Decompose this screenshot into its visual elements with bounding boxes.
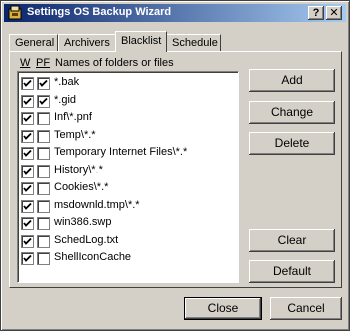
blacklist-listbox[interactable]: *.bak *.gid Inf\*.pnf Temp\*.* Temporary Int… <box>17 71 239 283</box>
list-item-label: History\*.* <box>54 163 103 176</box>
tab-blacklist[interactable]: Blacklist <box>115 31 167 52</box>
w-checkbox[interactable] <box>21 164 34 178</box>
list-item[interactable]: Inf\*.pnf <box>21 110 235 126</box>
cancel-button[interactable]: Cancel <box>270 297 342 320</box>
pf-checkbox[interactable] <box>37 77 50 90</box>
list-item-label: Cookies\*.* <box>54 181 109 193</box>
title-bar[interactable]: Settings OS Backup Wizard ? ✕ <box>4 4 346 22</box>
list-item-label: *.bak <box>54 76 80 88</box>
pf-checkbox[interactable] <box>37 252 50 265</box>
list-item[interactable]: *.bak <box>21 75 235 91</box>
close-window-button[interactable]: ✕ <box>326 6 342 20</box>
pf-checkbox[interactable] <box>37 199 50 213</box>
list-item[interactable]: msdownld.tmp\*.* <box>21 198 235 214</box>
w-checkbox[interactable] <box>21 199 34 213</box>
help-button[interactable]: ? <box>308 6 324 20</box>
w-checkbox[interactable] <box>21 147 34 160</box>
clear-button[interactable]: Clear <box>249 229 335 252</box>
list-item[interactable]: Temporary Internet Files\*.* <box>21 145 235 161</box>
list-item-label: Inf\*.pnf <box>54 111 92 123</box>
column-header-w: W <box>20 57 31 69</box>
w-checkbox[interactable] <box>21 129 34 143</box>
w-checkbox[interactable] <box>21 217 34 230</box>
pf-checkbox[interactable] <box>37 129 50 143</box>
w-checkbox[interactable] <box>21 94 34 108</box>
pf-checkbox[interactable] <box>37 112 50 125</box>
w-checkbox[interactable] <box>21 182 34 195</box>
list-item[interactable]: History\*.* <box>21 163 235 179</box>
tab-schedule[interactable]: Schedule <box>166 34 221 51</box>
close-button[interactable]: Close <box>184 297 262 320</box>
pf-checkbox[interactable] <box>37 94 50 108</box>
list-item-label: win386.swp <box>54 216 112 228</box>
list-item-label: SchedLog.txt <box>54 233 119 246</box>
w-checkbox[interactable] <box>21 234 34 248</box>
tab-general[interactable]: General <box>9 34 58 51</box>
list-item[interactable]: ShellIconCache <box>21 250 235 266</box>
default-button[interactable]: Default <box>249 260 335 283</box>
pf-checkbox[interactable] <box>37 234 50 248</box>
w-checkbox[interactable] <box>21 252 34 265</box>
window-title: Settings OS Backup Wizard <box>27 6 172 18</box>
list-item[interactable]: Temp\*.* <box>21 128 235 144</box>
column-header-names: Names of folders or files <box>55 57 174 69</box>
settings-window: Settings OS Backup Wizard ? ✕ General Ar… <box>0 0 350 331</box>
add-button[interactable]: Add <box>249 69 335 92</box>
pf-checkbox[interactable] <box>37 147 50 160</box>
list-item[interactable]: Cookies\*.* <box>21 180 235 196</box>
column-header-pf: PF <box>36 57 51 69</box>
w-checkbox[interactable] <box>21 77 34 90</box>
w-checkbox[interactable] <box>21 112 34 125</box>
change-button[interactable]: Change <box>249 101 335 124</box>
list-item[interactable]: *.gid <box>21 93 235 109</box>
delete-button[interactable]: Delete <box>249 132 335 155</box>
pf-checkbox[interactable] <box>37 182 50 195</box>
list-item-label: msdownld.tmp\*.* <box>54 198 140 211</box>
list-item[interactable]: win386.swp <box>21 215 235 231</box>
list-item-label: Temporary Internet Files\*.* <box>54 146 188 158</box>
app-icon <box>8 5 22 20</box>
pf-checkbox[interactable] <box>37 164 50 178</box>
list-item[interactable]: SchedLog.txt <box>21 233 235 249</box>
pf-checkbox[interactable] <box>37 217 50 230</box>
list-item-label: ShellIconCache <box>54 251 132 263</box>
list-item-label: Temp\*.* <box>54 128 96 141</box>
list-item-label: *.gid <box>54 93 77 106</box>
tab-archivers[interactable]: Archivers <box>58 34 117 51</box>
